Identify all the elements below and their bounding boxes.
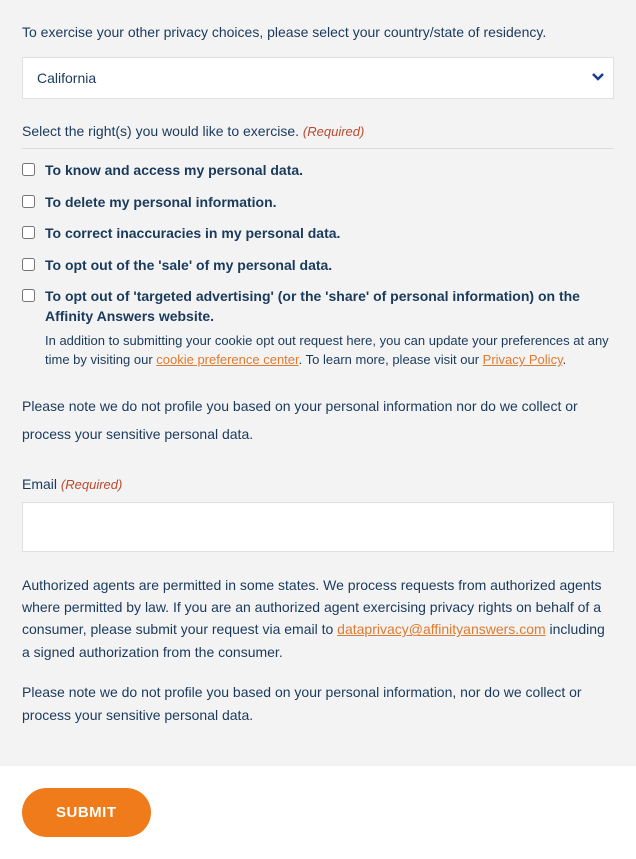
helper-post: . bbox=[563, 352, 567, 367]
rights-checkbox-list: To know and access my personal data. To … bbox=[22, 161, 614, 370]
checkbox-content: To correct inaccuracies in my personal d… bbox=[45, 224, 614, 244]
email-input[interactable] bbox=[22, 502, 614, 552]
submit-button[interactable]: SUBMIT bbox=[22, 788, 151, 837]
checkbox-label: To delete my personal information. bbox=[45, 194, 277, 210]
checkbox-label: To know and access my personal data. bbox=[45, 162, 303, 178]
privacy-form-container: To exercise your other privacy choices, … bbox=[0, 0, 636, 766]
checkbox-item-delete: To delete my personal information. bbox=[22, 193, 614, 213]
profile-note-2: Please note we do not profile you based … bbox=[22, 681, 614, 726]
checkbox-optout-targeted[interactable] bbox=[22, 289, 35, 302]
checkbox-label: To correct inaccuracies in my personal d… bbox=[45, 225, 340, 241]
email-label-row: Email (Required) bbox=[22, 476, 614, 492]
rights-section-label: Select the right(s) you would like to ex… bbox=[22, 121, 614, 149]
state-select-wrapper: California bbox=[22, 57, 614, 99]
profile-note: Please note we do not profile you based … bbox=[22, 392, 614, 448]
required-marker: (Required) bbox=[303, 124, 364, 139]
dataprivacy-email-link[interactable]: dataprivacy@affinityanswers.com bbox=[337, 621, 545, 637]
checkbox-optout-sale[interactable] bbox=[22, 258, 35, 271]
email-label-text: Email bbox=[22, 476, 57, 492]
checkbox-label: To opt out of the 'sale' of my personal … bbox=[45, 257, 332, 273]
state-select[interactable]: California bbox=[22, 57, 614, 99]
checkbox-content: To know and access my personal data. bbox=[45, 161, 614, 181]
checkbox-content: To opt out of the 'sale' of my personal … bbox=[45, 256, 614, 276]
checkbox-item-know-access: To know and access my personal data. bbox=[22, 161, 614, 181]
checkbox-content: To delete my personal information. bbox=[45, 193, 614, 213]
checkbox-item-optout-sale: To opt out of the 'sale' of my personal … bbox=[22, 256, 614, 276]
submit-container: SUBMIT bbox=[0, 766, 636, 859]
checkbox-know-access[interactable] bbox=[22, 163, 35, 176]
rights-label-text: Select the right(s) you would like to ex… bbox=[22, 123, 299, 139]
checkbox-item-correct: To correct inaccuracies in my personal d… bbox=[22, 224, 614, 244]
checkbox-delete[interactable] bbox=[22, 195, 35, 208]
checkbox-label: To opt out of 'targeted advertising' (or… bbox=[45, 288, 580, 324]
checkbox-content: To opt out of 'targeted advertising' (or… bbox=[45, 287, 614, 369]
checkbox-correct[interactable] bbox=[22, 226, 35, 239]
required-marker: (Required) bbox=[61, 477, 122, 492]
cookie-preference-link[interactable]: cookie preference center bbox=[156, 352, 298, 367]
helper-mid: . To learn more, please visit our bbox=[299, 352, 483, 367]
checkbox-helper-text: In addition to submitting your cookie op… bbox=[45, 331, 614, 370]
intro-text: To exercise your other privacy choices, … bbox=[22, 22, 614, 43]
checkbox-item-optout-targeted: To opt out of 'targeted advertising' (or… bbox=[22, 287, 614, 369]
authorized-agent-text: Authorized agents are permitted in some … bbox=[22, 574, 614, 664]
privacy-policy-link[interactable]: Privacy Policy bbox=[483, 352, 563, 367]
